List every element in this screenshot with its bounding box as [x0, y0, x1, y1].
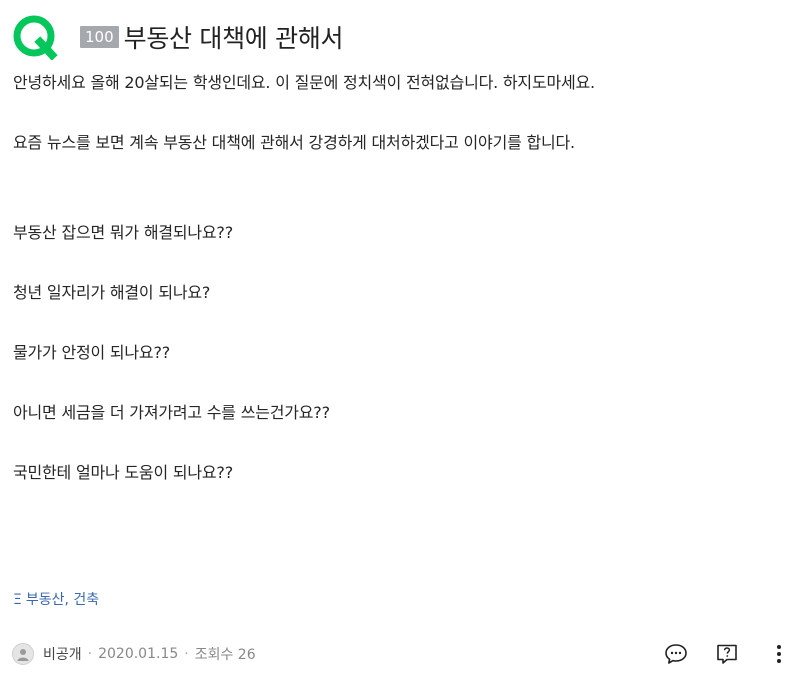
action-bar: [663, 641, 788, 667]
help-button[interactable]: [714, 641, 740, 667]
user-avatar-icon[interactable]: [12, 643, 34, 665]
tag-text[interactable]: 부동산, 건축: [26, 592, 99, 608]
q-logo-icon: [13, 15, 58, 60]
post-date: 2020.01.15: [98, 646, 179, 662]
author-name[interactable]: 비공개: [43, 644, 82, 664]
question-mark-icon: [717, 644, 737, 664]
separator-dot: ·: [184, 646, 189, 662]
body-line: 국민한테 얼마나 도움이 되나요??: [13, 463, 234, 482]
tag-icon: Ξ: [13, 592, 22, 608]
tag-list[interactable]: Ξ 부동산, 건축: [13, 589, 99, 609]
question-header: 100 부동산 대책에 관해서: [12, 14, 344, 60]
body-line: 안녕하세요 올해 20살되는 학생인데요. 이 질문에 정치색이 전혀없습니다.…: [13, 73, 595, 92]
view-count: 조회수 26: [194, 647, 256, 663]
separator-dot: ·: [87, 646, 93, 662]
more-vertical-icon: [777, 645, 781, 663]
comment-icon: [665, 644, 687, 664]
points-badge: 100: [80, 26, 119, 48]
body-line: 물가가 안정이 되나요??: [13, 343, 171, 362]
question-meta: 비공개 · 2020.01.15 · 조회수 26: [12, 641, 788, 667]
more-options-button[interactable]: [770, 641, 788, 667]
question-title: 부동산 대책에 관해서: [123, 24, 344, 53]
body-line: 아니면 세금을 더 가져가려고 수를 쓰는건가요??: [13, 403, 330, 422]
body-line: 부동산 잡으면 뭐가 해결되나요??: [13, 223, 234, 242]
body-line: 청년 일자리가 해결이 되나요?: [13, 283, 211, 302]
comment-button[interactable]: [663, 641, 689, 667]
user-silhouette-icon: [17, 649, 29, 661]
body-line: 요즘 뉴스를 보면 계속 부동산 대책에 관해서 강경하게 대처하겠다고 이야기…: [13, 133, 575, 152]
